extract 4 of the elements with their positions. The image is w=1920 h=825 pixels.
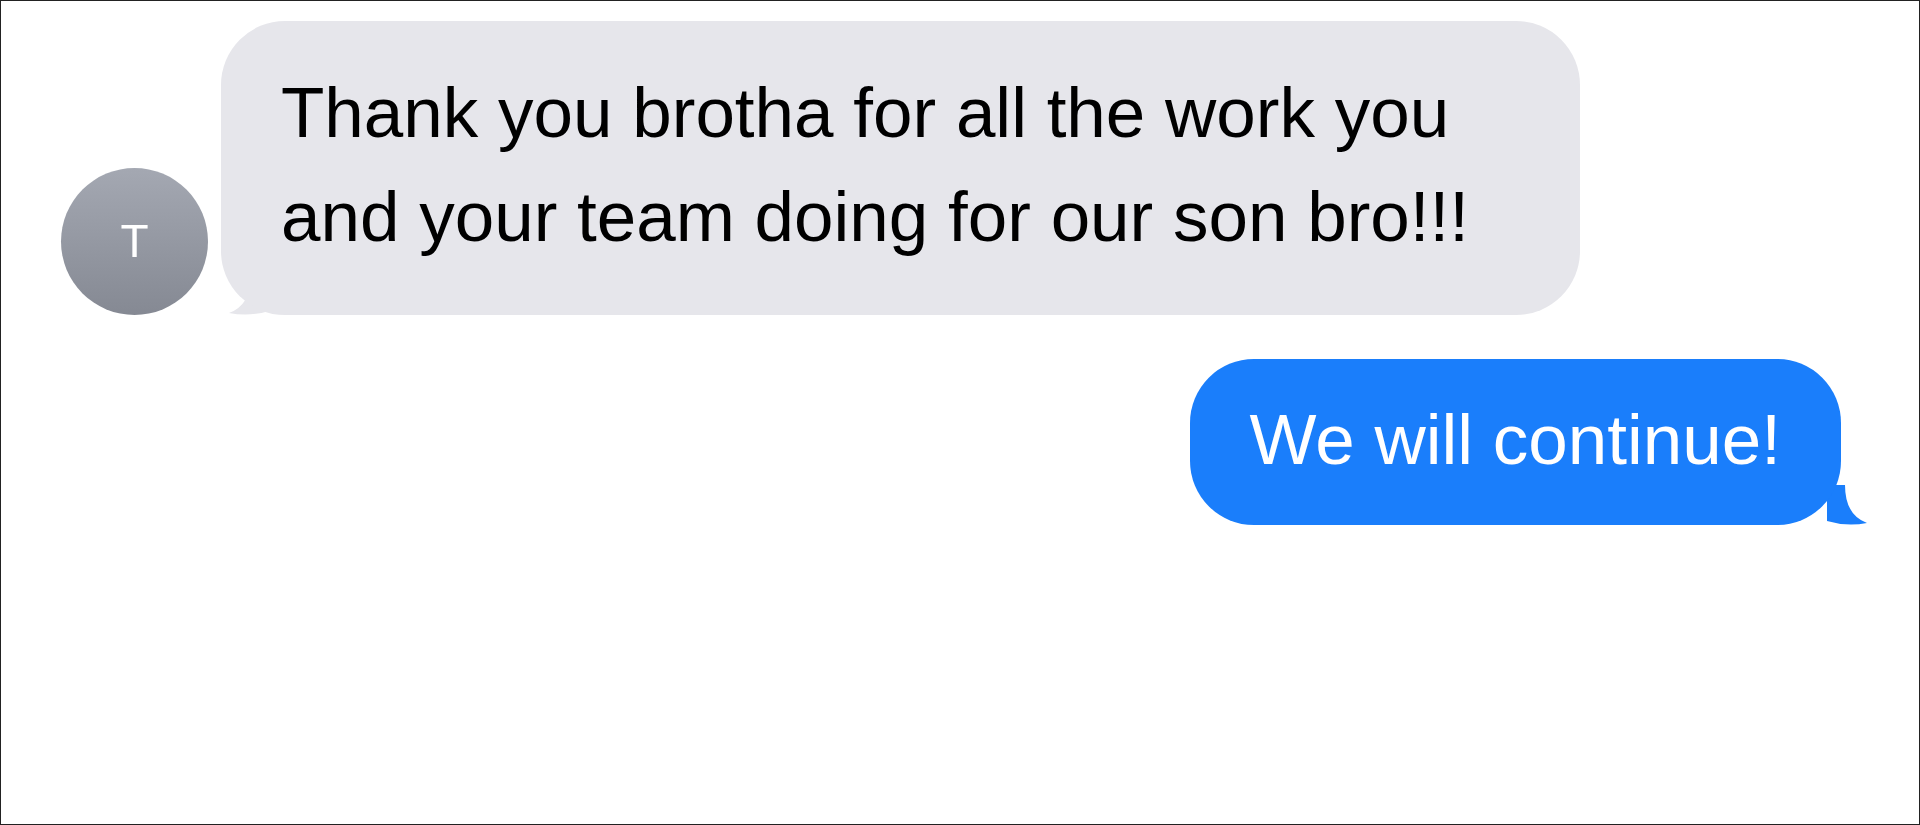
avatar: T <box>61 168 208 315</box>
bubble-tail <box>1827 485 1867 525</box>
message-bubble: We will continue! <box>1189 359 1841 525</box>
message-bubble: Thank you brotha for all the work you and your team doing for our son bro!!! <box>221 21 1580 315</box>
